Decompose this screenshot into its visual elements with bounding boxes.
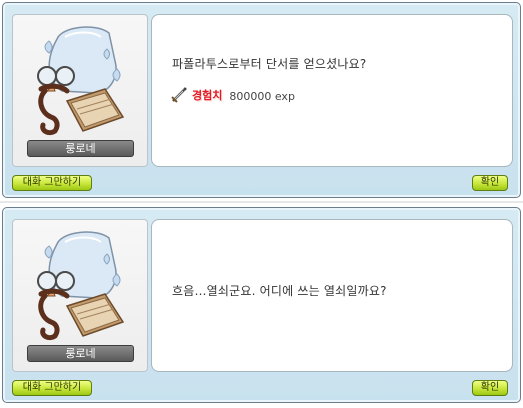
exp-value: 800000 exp [229, 89, 295, 103]
npc-portrait-icon [37, 26, 125, 136]
exp-label: 경험치 [192, 89, 223, 102]
npc-portrait-panel: 룽로네 [12, 14, 148, 167]
dialog-button-bar: 대화 그만하기 확인 [3, 376, 520, 400]
sword-icon [171, 87, 187, 103]
dialog-text-panel: 파폴라투스로부터 단서를 얻으셨나요? 경험치 800000 exp [151, 14, 513, 167]
npc-dialog-2: 룽로네 흐음…열쇠군요. 어디에 쓰는 열쇠일까요? 대화 그만하기 확인 [2, 207, 521, 403]
divider [0, 201, 523, 203]
npc-portrait-icon [37, 231, 125, 341]
reward-row: 경험치 800000 exp [170, 85, 295, 105]
npc-name-plate: 룽로네 [27, 140, 134, 157]
end-chat-button[interactable]: 대화 그만하기 [12, 380, 92, 396]
dialog-button-bar: 대화 그만하기 확인 [3, 171, 520, 195]
dialog-message: 흐음…열쇠군요. 어디에 쓰는 열쇠일까요? [172, 284, 387, 298]
ok-button[interactable]: 확인 [472, 380, 508, 396]
npc-name-plate: 룽로네 [27, 345, 134, 362]
end-chat-button[interactable]: 대화 그만하기 [12, 175, 92, 191]
dialog-message: 파폴라투스로부터 단서를 얻으셨나요? [172, 57, 367, 71]
npc-portrait-panel: 룽로네 [12, 219, 148, 372]
dialog-text-panel: 흐음…열쇠군요. 어디에 쓰는 열쇠일까요? [151, 219, 513, 372]
ok-button[interactable]: 확인 [472, 175, 508, 191]
npc-dialog-1: 룽로네 파폴라투스로부터 단서를 얻으셨나요? 경험치 800000 exp 대… [2, 2, 521, 198]
